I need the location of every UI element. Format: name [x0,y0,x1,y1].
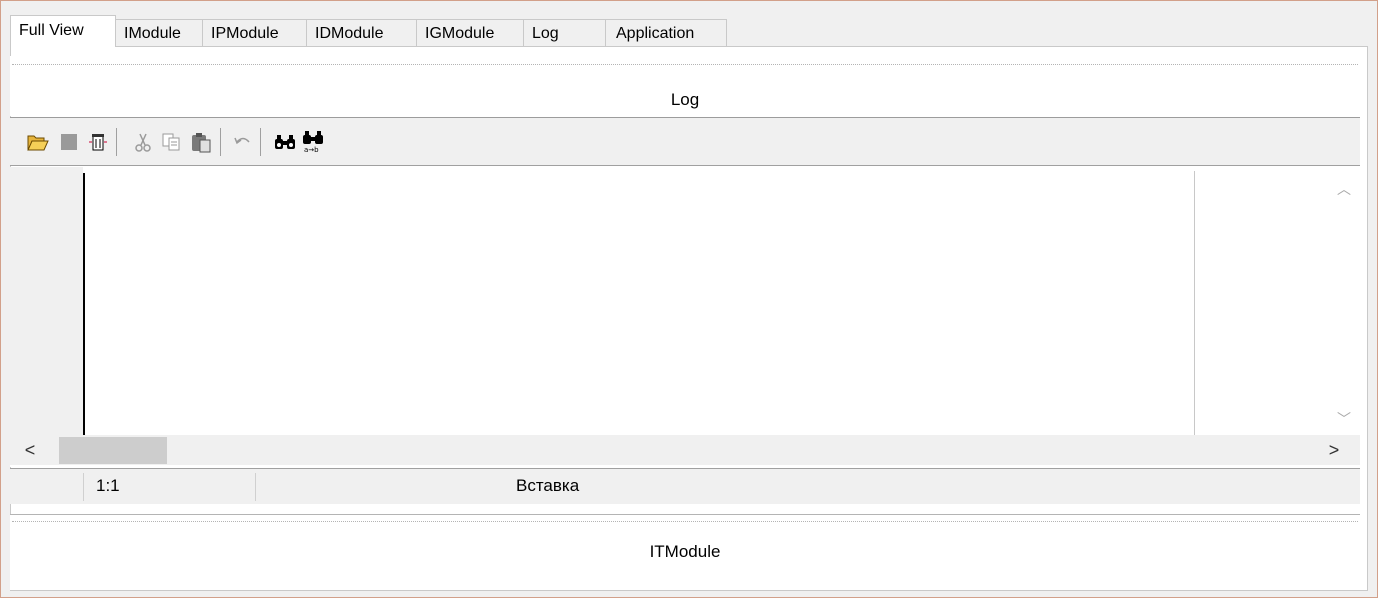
toolbar-separator [220,128,221,156]
log-pane-title: Log [670,90,700,109]
itmodule-pane-title: ITModule [649,542,721,561]
copy-icon[interactable] [160,131,182,153]
find-replace-icon[interactable]: a→b [302,131,324,153]
tab-full-view[interactable]: Full View [10,15,116,47]
pane-grip-dots[interactable] [12,64,1358,65]
horizontal-scroll-thumb[interactable] [59,437,167,464]
toolbar-separator [260,128,261,156]
window-frame: Full View IModule IPModule IDModule IGMo… [0,0,1378,598]
vertical-scrollbar[interactable]: ︿ ﹀ [1328,167,1360,435]
line-number-gutter [10,167,83,435]
tab-idmodule[interactable]: IDModule [307,19,417,47]
log-editor: ︿ ﹀ < > [10,167,1360,467]
toolbar-separator [116,128,117,156]
insert-mode: Вставка [516,476,580,495]
tab-application[interactable]: Application [606,19,727,47]
tab-strip: Full View IModule IPModule IDModule IGMo… [10,15,727,47]
paste-icon[interactable] [190,131,212,153]
clear-icon[interactable] [87,131,109,153]
scroll-up-icon[interactable]: ︿ [1328,177,1360,201]
scroll-down-icon[interactable]: ﹀ [1328,407,1360,431]
toolbar: a→b [10,118,1360,166]
horizontal-scrollbar[interactable]: < > [10,435,1360,465]
scroll-left-icon[interactable]: < [10,435,50,465]
svg-text:a→b: a→b [304,146,319,153]
tab-log[interactable]: Log [524,19,606,47]
tab-imodule[interactable]: IModule [116,19,203,47]
tab-ipmodule[interactable]: IPModule [203,19,307,47]
pane-grip-dots[interactable] [12,521,1358,522]
log-pane-header: Log [10,56,1360,116]
cursor-position: 1:1 [96,476,120,495]
status-divider [83,473,84,501]
undo-icon[interactable] [232,131,254,153]
open-folder-icon[interactable] [27,131,49,153]
right-margin-line [1194,171,1195,435]
stop-icon[interactable] [58,131,80,153]
itmodule-pane-header: ITModule [10,514,1360,590]
find-icon[interactable] [274,131,296,153]
log-text-area[interactable] [85,167,1197,435]
status-divider [255,473,256,501]
cut-icon[interactable] [132,131,154,153]
tab-igmodule[interactable]: IGModule [417,19,524,47]
status-bar: 1:1 Вставка [10,468,1360,504]
scroll-right-icon[interactable]: > [1314,435,1354,465]
